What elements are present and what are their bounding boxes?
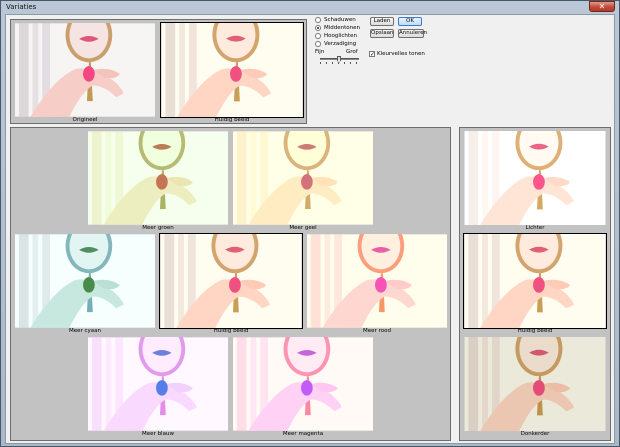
show-clipping-checkbox[interactable]: ✓ Kleurvelles tonen [369,51,425,58]
more-cyan-label: Meer cyaan [68,328,102,334]
dialog-body: Origineel Huidig beeld Schaduwen Middent… [5,14,615,444]
slider-tick [344,62,345,64]
radio-shadows[interactable]: Schaduwen [315,17,356,23]
radio-dot[interactable] [315,33,321,39]
more-blue-thumbnail[interactable] [88,337,228,431]
current-brightness-thumbnail[interactable] [463,233,607,329]
radio-dot-selected[interactable] [315,25,321,31]
title-bar[interactable]: Variaties ✕ [1,1,619,14]
preview-panel: Origineel Huidig beeld [10,19,307,124]
more-blue-label: Meer blauw [142,431,174,437]
radio-saturation[interactable]: Verzadiging [315,41,356,47]
more-magenta-thumbnail[interactable] [233,337,373,431]
current-preview-thumbnail [160,22,304,118]
darker-thumbnail[interactable] [464,337,606,431]
cancel-button[interactable]: Annuleren [398,29,427,38]
radio-highlights[interactable]: Hooglichten [315,33,357,39]
current-brightness-label: Huidig beeld [517,328,553,334]
close-button[interactable]: ✕ [589,1,615,12]
radio-midtones[interactable]: Middentonen [315,25,360,31]
ok-button[interactable]: OK [398,17,422,26]
more-yellow-thumbnail[interactable] [233,131,373,225]
current-preview-label: Huidig beeld [214,117,250,123]
lighter-label: Lichter [525,225,545,231]
slider-coarse-label: Grof [346,49,358,55]
darker-label: Donkerder [520,431,550,437]
current-center-label: Huidig beeld [213,328,249,334]
original-label: Origineel [72,117,98,123]
brightness-panel: Lichter Huidig beeld Donkerder [459,127,611,441]
radio-dot[interactable] [315,41,321,47]
variations-dialog: Variaties ✕ Origineel Huidig beeld Schad… [0,0,620,447]
slider-tick [326,62,327,64]
more-green-thumbnail[interactable] [88,131,228,225]
window-title: Variaties [6,3,37,11]
slider-tick [356,62,357,64]
more-yellow-label: Meer geel [289,225,317,231]
more-cyan-thumbnail[interactable] [15,234,155,328]
current-center-thumbnail[interactable] [159,233,303,329]
lighter-thumbnail[interactable] [464,131,606,225]
radio-dot[interactable] [315,17,321,23]
slider-tick [320,62,321,64]
more-green-label: Meer groen [142,225,174,231]
color-variations-panel: Meer groen Meer geel Meer cyaan Huidig b… [10,127,451,441]
checkmark-icon[interactable]: ✓ [369,51,375,58]
more-red-label: Meer rood [363,328,391,334]
close-icon: ✕ [598,2,606,11]
original-thumbnail [15,23,155,117]
more-red-thumbnail[interactable] [307,234,447,328]
load-button[interactable]: Laden [370,17,394,26]
slider-tick [350,62,351,64]
slider-fine-label: Fijn [315,49,325,55]
slider-tick [332,62,333,64]
save-button[interactable]: Opslaan [370,29,394,38]
more-magenta-label: Meer magenta [282,431,324,437]
